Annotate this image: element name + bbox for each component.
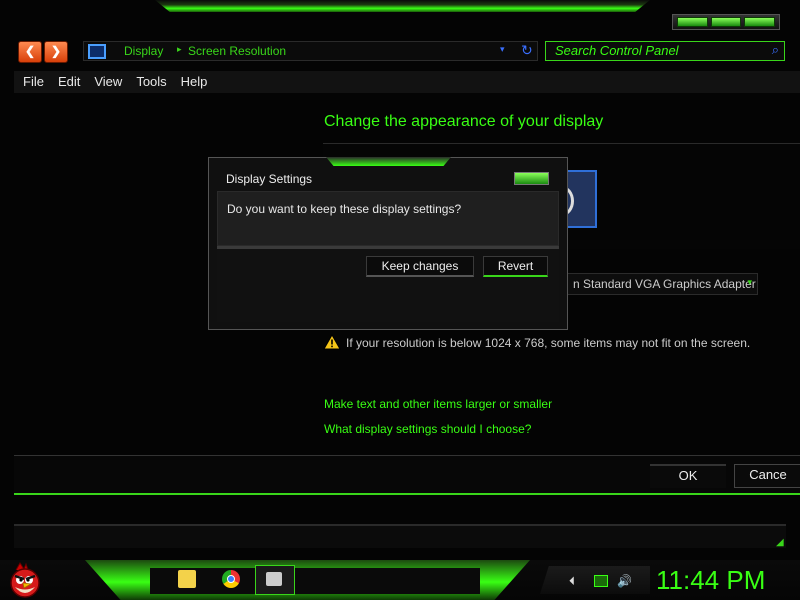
revert-button[interactable]: Revert (483, 256, 548, 277)
refresh-icon[interactable]: ↻ (521, 42, 533, 59)
window-controls (672, 14, 780, 30)
breadcrumb-screen-resolution[interactable]: Screen Resolution (188, 44, 286, 58)
volume-icon[interactable]: 🔊 (617, 574, 632, 588)
minimize-button[interactable] (677, 17, 708, 27)
dialog-title-glow (326, 157, 451, 166)
search-placeholder: Search Control Panel (555, 43, 679, 58)
status-bar (14, 524, 786, 548)
menu-bar: File Edit View Tools Help (14, 71, 800, 93)
menu-view[interactable]: View (87, 71, 129, 93)
address-bar[interactable]: Display ▸ Screen Resolution ▾ ↻ (83, 41, 538, 61)
link-display-help[interactable]: What display settings should I choose? (324, 422, 531, 436)
ok-button[interactable]: OK (650, 464, 726, 488)
menu-edit[interactable]: Edit (51, 71, 87, 93)
dialog-body (217, 191, 559, 246)
warning-icon (323, 334, 341, 350)
resize-grip-icon[interactable]: ◢ (776, 537, 784, 548)
monitor-icon (88, 44, 106, 59)
tray-expand-icon[interactable]: ⏴ (569, 574, 575, 589)
address-dropdown-icon[interactable]: ▾ (500, 44, 505, 55)
breadcrumb-separator[interactable]: ▸ (177, 44, 182, 55)
display-icon (266, 572, 282, 586)
menu-file[interactable]: File (14, 71, 51, 93)
chevron-down-icon: ▾ (747, 277, 752, 287)
folder-icon[interactable] (178, 570, 196, 588)
menu-tools[interactable]: Tools (129, 71, 173, 93)
close-button[interactable] (744, 17, 776, 27)
dialog-title: Display Settings (226, 172, 313, 186)
angry-bird-start-icon[interactable] (6, 561, 44, 599)
adapter-value: n Standard VGA Graphics Adapter (573, 277, 756, 291)
breadcrumb-display[interactable]: Display (124, 44, 163, 58)
forward-button[interactable]: ❯ (44, 41, 68, 63)
page-title: Change the appearance of your display (324, 113, 604, 130)
search-input[interactable]: Search Control Panel ⌕ (545, 41, 785, 61)
title-glow (155, 0, 650, 12)
chrome-icon[interactable] (222, 570, 240, 588)
dialog-close-button[interactable] (514, 172, 549, 185)
clock[interactable]: 11:44 PM (656, 565, 765, 596)
keep-changes-button[interactable]: Keep changes (366, 256, 474, 277)
back-button[interactable]: ❮ (18, 41, 42, 63)
taskbar-pinned-area (150, 568, 480, 594)
resolution-warning: If your resolution is below 1024 x 768, … (346, 336, 751, 350)
display-adapter-select[interactable]: n Standard VGA Graphics Adapter ▾ (566, 273, 758, 295)
network-monitor-icon[interactable] (594, 575, 608, 587)
menu-help[interactable]: Help (174, 71, 215, 93)
maximize-button[interactable] (710, 17, 742, 27)
link-text-size[interactable]: Make text and other items larger or smal… (324, 397, 552, 411)
dialog-message: Do you want to keep these display settin… (227, 202, 462, 216)
cancel-button[interactable]: Cance (734, 464, 800, 488)
search-icon[interactable]: ⌕ (772, 42, 779, 58)
navigation-buttons: ❮ ❯ (18, 41, 68, 63)
